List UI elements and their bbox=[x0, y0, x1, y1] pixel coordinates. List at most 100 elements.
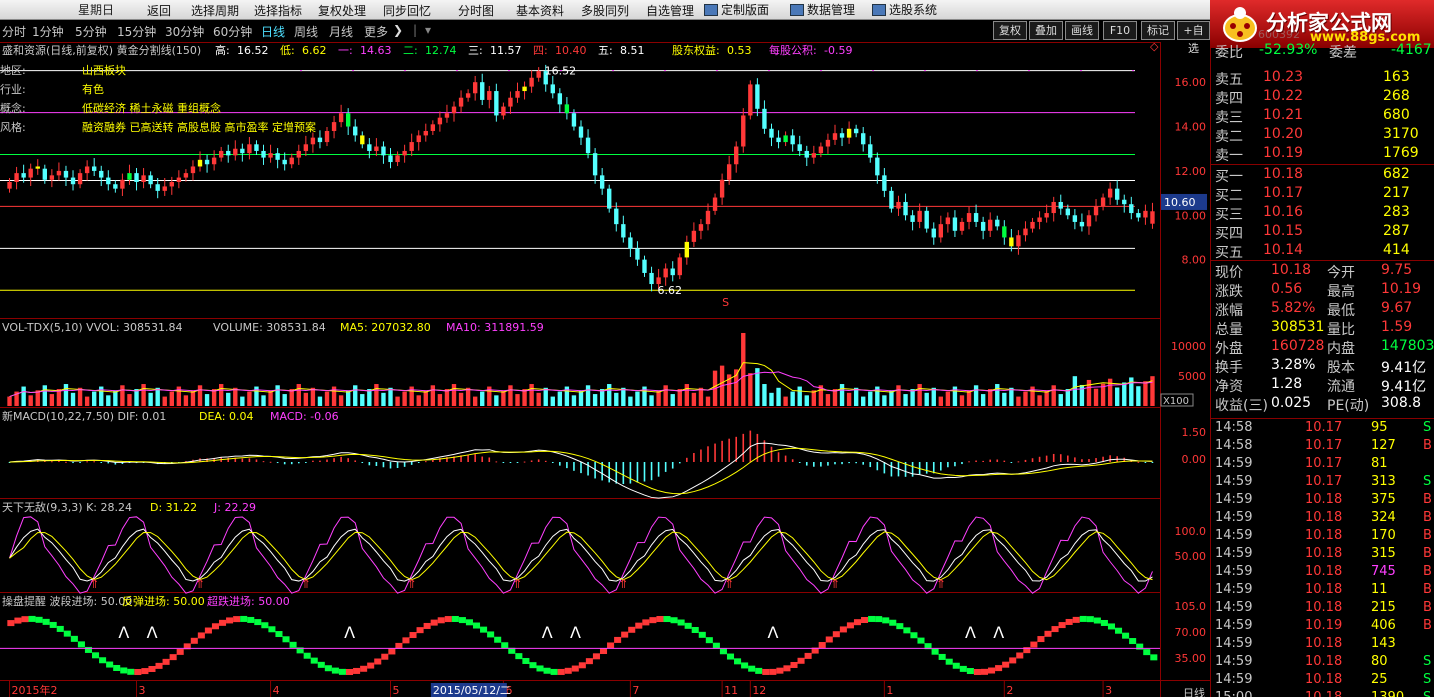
tab-1min[interactable]: 1分钟 bbox=[32, 23, 64, 40]
tab-60min[interactable]: 60分钟 bbox=[213, 23, 252, 40]
trend-block bbox=[973, 669, 981, 676]
candlestick bbox=[487, 91, 492, 100]
macd-bar bbox=[573, 462, 575, 471]
candlestick bbox=[550, 84, 555, 94]
menu-select-period[interactable]: 选择周期 bbox=[191, 2, 239, 19]
macd-bar bbox=[361, 462, 364, 463]
volume-bar bbox=[169, 391, 174, 406]
tick-time: 14:59 bbox=[1215, 636, 1253, 651]
info-value: 有色 bbox=[82, 82, 104, 96]
trade-tick-row: 14:59 10.18 324 B bbox=[1211, 510, 1434, 528]
trend-block bbox=[324, 665, 332, 672]
trade-tick-row: 15:00 10.18 1390 S bbox=[1211, 690, 1434, 697]
trade-tick-row: 14:59 10.18 215 B bbox=[1211, 600, 1434, 618]
tab-15min[interactable]: 15分钟 bbox=[117, 23, 156, 40]
menu-intraday-chart[interactable]: 分时图 bbox=[458, 2, 494, 19]
volume-bar bbox=[571, 395, 577, 406]
candlestick bbox=[254, 144, 259, 151]
trade-tick-row: 14:58 10.17 127 B bbox=[1211, 438, 1434, 456]
menu-adjustment[interactable]: 复权处理 bbox=[318, 2, 366, 19]
adjust-button[interactable]: 复权 bbox=[993, 21, 1027, 40]
date-label: 7 bbox=[632, 684, 639, 697]
candlestick bbox=[677, 257, 682, 276]
trend-block bbox=[367, 662, 375, 669]
macd-bar bbox=[396, 462, 399, 468]
trend-block bbox=[233, 616, 241, 623]
stat-label: PE(动) bbox=[1327, 398, 1370, 414]
macd-bar bbox=[227, 457, 230, 462]
tick-volume: 11 bbox=[1371, 582, 1388, 597]
volume-bar bbox=[607, 384, 612, 406]
more-chevron-icon[interactable]: ❯ bbox=[393, 23, 403, 37]
mark-button[interactable]: 标记 bbox=[1141, 21, 1175, 40]
trend-block bbox=[494, 636, 502, 643]
trend-block bbox=[374, 658, 382, 665]
tab-more[interactable]: 更多 bbox=[364, 23, 388, 40]
macd-bar bbox=[1052, 453, 1055, 462]
candlestick bbox=[1093, 206, 1099, 216]
indicator-header: 天下无敌(9,3,3) K: 28.24 bbox=[2, 500, 132, 514]
candlestick bbox=[980, 221, 986, 231]
tab-30min[interactable]: 30分钟 bbox=[165, 23, 204, 40]
chart-area[interactable]: 16.526.62S16.0014.0012.0010.008.0010.60盛… bbox=[0, 42, 1210, 697]
candlestick bbox=[599, 175, 605, 189]
stat-label: 外盘 bbox=[1215, 341, 1243, 357]
data-management-button[interactable]: 数据管理 bbox=[790, 1, 855, 19]
trade-tick-row: 14:59 10.18 11 B bbox=[1211, 582, 1434, 600]
tab-5min[interactable]: 5分钟 bbox=[75, 23, 107, 40]
stock-picker-button[interactable]: 选股系统 bbox=[872, 1, 937, 19]
tick-volume: 80 bbox=[1371, 654, 1388, 669]
macd-bar bbox=[770, 446, 773, 462]
trend-block bbox=[1051, 626, 1059, 633]
volume-bar bbox=[28, 395, 33, 406]
stat-label: 现价 bbox=[1215, 265, 1243, 281]
menu-watchlist[interactable]: 自选管理 bbox=[646, 2, 694, 19]
macd-bar bbox=[742, 433, 745, 462]
volume-bar bbox=[120, 385, 125, 406]
buy-arrow-icon: ⇑ bbox=[936, 577, 946, 591]
overlay-button[interactable]: 叠加 bbox=[1029, 21, 1063, 40]
bid-price: 10.15 bbox=[1263, 223, 1304, 239]
volume-bar bbox=[423, 390, 428, 406]
add-watchlist-button[interactable]: +自选 bbox=[1177, 21, 1210, 55]
tick-time: 14:59 bbox=[1215, 582, 1253, 597]
stat-label: 内盘 bbox=[1327, 341, 1355, 357]
bid-price: 10.17 bbox=[1263, 185, 1304, 201]
menu-multi-stock[interactable]: 多股同列 bbox=[581, 2, 629, 19]
info-key: 地区: bbox=[0, 64, 26, 77]
macd-bar bbox=[643, 462, 646, 482]
tab-monthly[interactable]: 月线 bbox=[329, 23, 353, 40]
trend-block bbox=[529, 662, 537, 669]
menu-back[interactable]: 返回 bbox=[147, 2, 171, 19]
tick-volume: 375 bbox=[1371, 492, 1396, 507]
macd-bar bbox=[827, 462, 829, 466]
macd-bar bbox=[671, 462, 674, 469]
tab-weekly[interactable]: 周线 bbox=[294, 23, 318, 40]
date-label: 5 bbox=[393, 684, 400, 697]
database-icon bbox=[790, 4, 804, 16]
macd-bar bbox=[855, 462, 857, 464]
bid-price: 10.16 bbox=[1263, 204, 1304, 220]
volume-bar bbox=[557, 391, 563, 406]
candlestick bbox=[1016, 235, 1021, 247]
tick-volume: 745 bbox=[1371, 564, 1396, 579]
macd-bar bbox=[791, 459, 794, 462]
ask-row: 卖五 10.23 163 bbox=[1211, 69, 1434, 88]
macd-bar bbox=[340, 456, 342, 462]
candlestick bbox=[1051, 201, 1056, 214]
volume-bar bbox=[296, 384, 301, 406]
tick-time: 14:59 bbox=[1215, 672, 1253, 687]
menu-select-indicator[interactable]: 选择指标 bbox=[254, 2, 302, 19]
menu-fundamentals[interactable]: 基本资料 bbox=[516, 2, 564, 19]
menu-sync-recall[interactable]: 同步回忆 bbox=[383, 2, 431, 19]
macd-bar bbox=[707, 446, 709, 462]
info-value: 山西板块 bbox=[82, 63, 126, 77]
tab-intraday[interactable]: 分时 bbox=[2, 23, 26, 40]
custom-layout-button[interactable]: 定制版面 bbox=[704, 1, 769, 19]
volume-bar bbox=[628, 396, 633, 406]
draw-line-button[interactable]: 画线 bbox=[1065, 21, 1099, 40]
trend-block bbox=[543, 667, 551, 674]
header-value: 12.74 bbox=[425, 44, 457, 57]
f10-button[interactable]: F10 bbox=[1103, 21, 1137, 40]
tab-daily[interactable]: 日线 bbox=[261, 23, 285, 40]
